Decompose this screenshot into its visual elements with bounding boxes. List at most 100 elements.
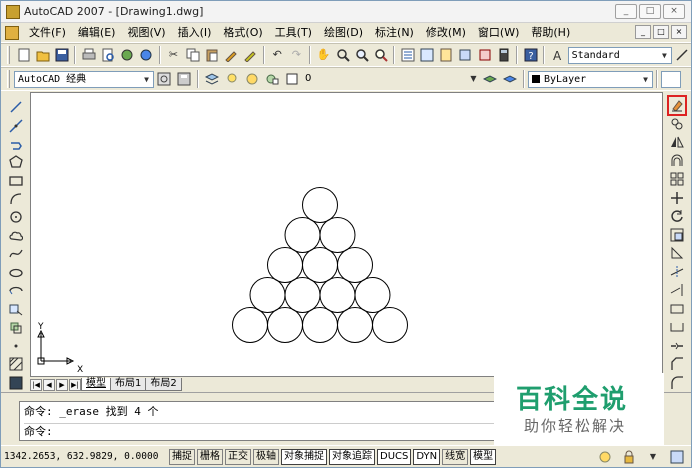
lock-icon[interactable]: [621, 449, 637, 465]
drawn-circle[interactable]: [302, 307, 338, 343]
copy-icon[interactable]: [185, 47, 200, 63]
drawn-circle[interactable]: [302, 247, 338, 283]
stretch-icon[interactable]: [669, 245, 685, 262]
minimize-button[interactable]: _: [615, 4, 637, 19]
menu-help[interactable]: 帮助(H): [525, 24, 576, 42]
drawn-circle[interactable]: [249, 277, 286, 313]
menu-modify[interactable]: 修改(M): [420, 24, 472, 42]
first-tab-button[interactable]: |◀: [30, 378, 42, 391]
doc-restore-button[interactable]: □: [653, 25, 669, 39]
layer-select[interactable]: 0 ▼: [302, 71, 480, 88]
menu-format[interactable]: 格式(O): [217, 24, 268, 42]
rectangle-icon[interactable]: [8, 173, 24, 189]
point-icon[interactable]: [8, 338, 24, 354]
model-toggle[interactable]: 模型: [470, 448, 497, 465]
arc-icon[interactable]: [8, 191, 24, 207]
circle-icon[interactable]: [8, 209, 24, 225]
extend-icon[interactable]: [669, 282, 685, 299]
match-properties-icon[interactable]: [223, 47, 238, 63]
color-select[interactable]: ByLayer ▼: [528, 70, 653, 88]
paste-icon[interactable]: [204, 47, 219, 63]
spline-icon[interactable]: [8, 246, 24, 262]
menu-draw[interactable]: 绘图(D): [318, 24, 369, 42]
revision-cloud-icon[interactable]: [8, 228, 24, 244]
drawn-circle[interactable]: [267, 307, 303, 343]
ellipse-arc-icon[interactable]: [8, 283, 24, 299]
osnap-toggle[interactable]: 对象捕捉: [281, 448, 327, 465]
fillet-icon[interactable]: [669, 375, 685, 392]
drawn-circle[interactable]: [319, 277, 356, 313]
grid-toggle[interactable]: 栅格: [197, 448, 223, 465]
layer-lock-icon[interactable]: [264, 71, 280, 87]
offset-icon[interactable]: [669, 153, 685, 170]
coordinates-readout[interactable]: 1342.2653, 632.9829, 0.0000: [4, 449, 169, 465]
copy-object-icon[interactable]: [669, 116, 685, 133]
autocad-app-icon[interactable]: [6, 4, 20, 19]
menu-view[interactable]: 视图(V): [121, 24, 171, 42]
drawn-circle[interactable]: [284, 277, 321, 313]
menu-insert[interactable]: 插入(I): [172, 24, 218, 42]
properties-icon[interactable]: [400, 47, 415, 63]
line-icon[interactable]: [8, 99, 24, 115]
drawn-circle[interactable]: [337, 247, 373, 283]
zoom-realtime-icon[interactable]: [335, 47, 350, 63]
sheet-set-icon[interactable]: [458, 47, 473, 63]
otrack-toggle[interactable]: 对象追踪: [329, 448, 375, 465]
drawn-circle[interactable]: [267, 247, 303, 283]
dimension-style-icon[interactable]: [674, 47, 689, 63]
snap-toggle[interactable]: 捕捉: [169, 448, 195, 465]
toolbar-grip[interactable]: [7, 46, 10, 64]
cut-icon[interactable]: ✂: [166, 47, 181, 63]
print-icon[interactable]: [81, 47, 96, 63]
publish-icon[interactable]: [120, 47, 135, 63]
array-icon[interactable]: [669, 171, 685, 188]
polyline-icon[interactable]: [8, 136, 24, 152]
redo-icon[interactable]: ↷: [289, 47, 304, 63]
break-at-point-icon[interactable]: [669, 301, 685, 318]
drawn-circle[interactable]: [302, 187, 338, 223]
drawn-circle[interactable]: [319, 217, 356, 253]
help-icon[interactable]: ?: [523, 47, 538, 63]
ellipse-icon[interactable]: [8, 264, 24, 280]
communication-center-icon[interactable]: [597, 449, 613, 465]
prev-tab-button[interactable]: ◀: [43, 378, 55, 391]
layer-previous-icon[interactable]: [502, 71, 518, 87]
workspace-select[interactable]: AutoCAD 经典 ▼: [14, 70, 154, 88]
pan-icon[interactable]: ✋: [316, 47, 331, 63]
mirror-icon[interactable]: [669, 134, 685, 151]
polygon-icon[interactable]: [8, 154, 24, 170]
zoom-previous-icon[interactable]: [373, 47, 388, 63]
layer-thaw-icon[interactable]: [244, 71, 260, 87]
design-center-icon[interactable]: [420, 47, 435, 63]
break-icon[interactable]: [669, 319, 685, 336]
close-button[interactable]: ×: [663, 4, 685, 19]
block-editor-icon[interactable]: [243, 47, 258, 63]
document-icon[interactable]: [5, 25, 19, 40]
maximize-button[interactable]: □: [639, 4, 661, 19]
layer-on-icon[interactable]: [224, 71, 240, 87]
hatch-icon[interactable]: [8, 356, 24, 372]
3d-dwf-icon[interactable]: [139, 47, 154, 63]
menu-window[interactable]: 窗口(W): [472, 24, 525, 42]
join-icon[interactable]: [669, 338, 685, 355]
status-menu-icon[interactable]: ▼: [645, 449, 661, 465]
ducs-toggle[interactable]: DUCS: [377, 448, 412, 465]
menu-dimension[interactable]: 标注(N): [369, 24, 420, 42]
chamfer-icon[interactable]: [669, 356, 685, 373]
markup-icon[interactable]: [477, 47, 492, 63]
gradient-icon[interactable]: [8, 375, 24, 391]
text-style-select[interactable]: Standard ▼: [567, 46, 672, 64]
rotate-icon[interactable]: [669, 208, 685, 225]
layer-color-icon[interactable]: [284, 71, 300, 87]
tab-layout1[interactable]: 布局1: [110, 378, 147, 391]
doc-minimize-button[interactable]: _: [635, 25, 651, 39]
drawn-circle[interactable]: [337, 307, 373, 343]
drawn-circle[interactable]: [232, 307, 268, 343]
move-icon[interactable]: [669, 190, 685, 207]
calculator-icon[interactable]: [496, 47, 511, 63]
last-tab-button[interactable]: ▶|: [69, 378, 81, 391]
scale-icon[interactable]: [669, 227, 685, 244]
toolbar-grip[interactable]: [7, 70, 10, 88]
erase-icon[interactable]: [667, 95, 687, 116]
trim-icon[interactable]: [669, 264, 685, 281]
